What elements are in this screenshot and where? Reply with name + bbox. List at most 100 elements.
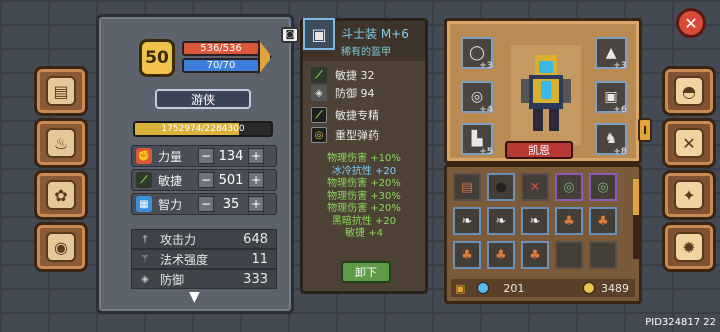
chevron-down-icon[interactable]: ▼: [189, 289, 200, 305]
attr-label: 敏捷: [158, 173, 183, 188]
ammo-icon: ◎: [311, 127, 327, 143]
feather-icon: ⟋: [311, 107, 327, 123]
inventory-slot[interactable]: ♣: [487, 241, 515, 269]
compass-icon: ✦: [674, 180, 704, 210]
stat-value: 648: [243, 231, 268, 247]
armor-icon: ▣: [303, 18, 335, 50]
item-stat-label: 敏捷 32: [335, 69, 375, 82]
unequip-button[interactable]: 卸下: [341, 261, 391, 283]
attr-value: 35: [222, 196, 240, 212]
slot-hat[interactable]: ▲ +3: [595, 37, 627, 71]
mp-bar: 70/70: [182, 58, 260, 73]
settings-tab-button[interactable]: ✹: [662, 222, 716, 272]
mushroom-icon: ♣: [495, 247, 507, 263]
inventory-slot[interactable]: ❧: [521, 207, 549, 235]
armor-icon: ▣: [604, 89, 618, 105]
vehicle-button[interactable]: ◉: [34, 222, 88, 272]
camera-icon[interactable]: ◙: [281, 27, 299, 43]
shield-icon: ◈: [141, 273, 149, 285]
stat-label: 法术强度: [160, 252, 209, 267]
inventory-slot[interactable]: [589, 241, 617, 269]
slot-armor[interactable]: ▣ +6: [595, 81, 627, 115]
increase-button[interactable]: +: [248, 172, 264, 188]
inventory-slot[interactable]: ◎: [589, 173, 617, 201]
feather-icon: ⟋: [136, 172, 152, 188]
item-bonus-list: 物理伤害 +10% 冰冷抗性 +20 物理伤害 +20% 物理伤害 +30% 物理伤害 …: [303, 153, 425, 241]
skills-tab-button[interactable]: ✕: [662, 118, 716, 168]
equipment-tab-button[interactable]: ◓: [662, 66, 716, 116]
class-button[interactable]: 游侠: [155, 89, 251, 109]
chest-icon: ▤: [460, 179, 474, 195]
inventory-slot[interactable]: ♣: [521, 241, 549, 269]
decrease-button[interactable]: −: [198, 196, 214, 212]
slot-bracelet[interactable]: ◎ +4: [461, 81, 493, 115]
lock-icon[interactable]: ▣: [455, 282, 465, 295]
item-trait-agility-mastery: ⟋ 敏捷专精: [311, 107, 379, 123]
increase-button[interactable]: +: [248, 148, 264, 164]
inventory-slot[interactable]: [555, 241, 583, 269]
inventory-slot[interactable]: ❧: [453, 207, 481, 235]
inventory-slot[interactable]: ◎: [555, 173, 583, 201]
currency-bar: ▣ 201 3489: [451, 279, 635, 297]
talents-tab-button[interactable]: ✦: [662, 170, 716, 220]
inventory-scrollbar[interactable]: [633, 179, 639, 259]
mushroom-icon: ♣: [597, 213, 609, 229]
map-icon: ✕: [529, 179, 541, 195]
helmet-icon: ◓: [674, 76, 704, 106]
item-stat-agility: ⟋ 敏捷 32: [311, 67, 375, 83]
gear-icon: ✹: [674, 232, 704, 262]
decrease-button[interactable]: −: [198, 148, 214, 164]
item-bonus-line: 物理伤害 +20%: [327, 203, 401, 214]
crafting-button[interactable]: ♨: [34, 118, 88, 168]
boots-icon: ▙: [471, 131, 483, 147]
feather-icon: ⟋: [311, 67, 327, 83]
inventory-slot[interactable]: ♣: [589, 207, 617, 235]
item-detail-panel: ◙ ▣ 斗士装 M+6 稀有的盔甲 ⟋ 敏捷 32 ◈ 防御 94 ⟋ 敏捷专精…: [281, 18, 428, 294]
slot-boots[interactable]: ▙ +5: [461, 123, 493, 157]
codex-button[interactable]: ▤: [34, 66, 88, 116]
attr-value: 134: [218, 148, 244, 164]
shield-icon: ◈: [311, 85, 327, 101]
paw-icon: ✿: [46, 180, 76, 210]
book-icon: ▦: [136, 196, 152, 212]
decrease-button[interactable]: −: [198, 172, 214, 188]
item-trait-label: 敏捷专精: [335, 109, 379, 122]
stat-value: 333: [243, 271, 268, 287]
item-trait-heavy-ammo: ◎ 重型弹药: [311, 127, 379, 143]
pet-icon: ♞: [604, 131, 618, 147]
inventory-slot[interactable]: ✕: [521, 173, 549, 201]
inventory-slot[interactable]: ♣: [555, 207, 583, 235]
item-header: ◙ ▣ 斗士装 M+6 稀有的盔甲: [281, 18, 425, 61]
attr-row-agility: ⟋ 敏捷 − 501 +: [131, 169, 277, 191]
crossed-swords-icon: ✕: [674, 128, 704, 158]
slot-pet[interactable]: ♞ +8: [595, 123, 627, 157]
close-button[interactable]: ✕: [676, 8, 706, 38]
pets-button[interactable]: ✿: [34, 170, 88, 220]
gold-count: 3489: [601, 281, 629, 295]
item-bonus-line: 物理伤害 +20%: [327, 178, 401, 189]
inventory-slot[interactable]: ♣: [453, 241, 481, 269]
level-badge: 50: [139, 39, 175, 77]
hero-sprite: [521, 55, 571, 131]
inventory-scroll-thumb[interactable]: [633, 179, 639, 215]
mushroom-icon: ♣: [563, 213, 575, 229]
item-bonus-line: 物理伤害 +30%: [327, 190, 401, 202]
item-name: 斗士装 M+6: [341, 27, 409, 41]
close-icon: ✕: [684, 13, 698, 33]
inventory-slot[interactable]: ❧: [487, 207, 515, 235]
slot-ring[interactable]: ◯ +3: [461, 37, 493, 71]
hero-name[interactable]: 凯恩: [505, 141, 573, 159]
inventory-slot[interactable]: ●: [487, 173, 515, 201]
stat-row-attack: † 攻击力 648: [131, 229, 277, 249]
inventory-panel: ▤ ● ✕ ◎ ◎ ❧ ❧ ❧ ♣ ♣ ♣ ♣ ♣ ▣ 201 3489: [444, 164, 642, 304]
player-id: PID324817 22: [645, 317, 716, 328]
exp-bar: 1752974/2284300: [133, 121, 273, 137]
gem-icon: [477, 282, 490, 294]
increase-button[interactable]: +: [248, 196, 264, 212]
stat-row-defense: ◈ 防御 333: [131, 269, 277, 289]
inventory-slot[interactable]: ▤: [453, 173, 481, 201]
exp-text: 1752974/2284300: [161, 124, 245, 134]
hero-info-tab[interactable]: I: [638, 118, 652, 142]
attr-row-intelligence: ▦ 智力 − 35 +: [131, 193, 277, 215]
item-bonus-line: 敏捷 +4: [345, 228, 383, 239]
